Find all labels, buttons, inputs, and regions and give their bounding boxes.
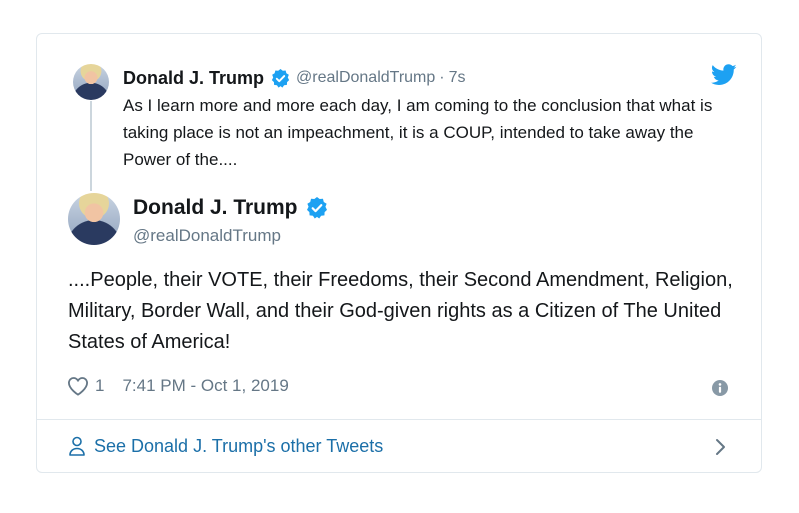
other-tweets-label[interactable]: See Donald J. Trump's other Tweets [94,436,383,457]
meta-separator: · [439,69,445,86]
tweet-timestamp[interactable]: 7:41 PM - Oct 1, 2019 [122,376,288,396]
heart-icon[interactable] [67,376,89,396]
author-avatar[interactable] [68,193,120,245]
verified-badge-icon [306,197,327,219]
quoted-tweet-text: As I learn more and more each day, I am … [123,96,713,169]
tweet-author: Donald J. Trump @realDonaldTrump [133,194,328,246]
thread-connector-line [90,101,92,191]
tweet-text: ....People, their VOTE, their Freedoms, … [68,269,733,353]
author-name-row: Donald J. Trump [133,194,328,222]
quoted-tweet-header: Donald J. Trump @realDonaldTrump · 7s [123,67,466,89]
person-icon [69,436,85,456]
quoted-author-name[interactable]: Donald J. Trump [123,68,264,89]
footer-divider [37,419,761,420]
quoted-tweet-time[interactable]: 7s [449,69,466,87]
author-name[interactable]: Donald J. Trump [133,196,298,220]
info-icon[interactable] [712,380,728,396]
embedded-tweet-card: Donald J. Trump @realDonaldTrump · 7s As… [36,33,762,473]
chevron-right-icon[interactable] [715,438,727,456]
verified-badge-icon [271,68,290,88]
other-tweets-link[interactable]: See Donald J. Trump's other Tweets [69,434,383,458]
tweet-meta-row: 1 7:41 PM - Oct 1, 2019 [67,375,289,397]
author-handle[interactable]: @realDonaldTrump [133,226,328,246]
like-count: 1 [95,376,105,395]
quoted-author-avatar[interactable] [73,64,109,100]
quoted-author-handle[interactable]: @realDonaldTrump [296,69,435,87]
twitter-bird-icon[interactable] [711,64,737,86]
